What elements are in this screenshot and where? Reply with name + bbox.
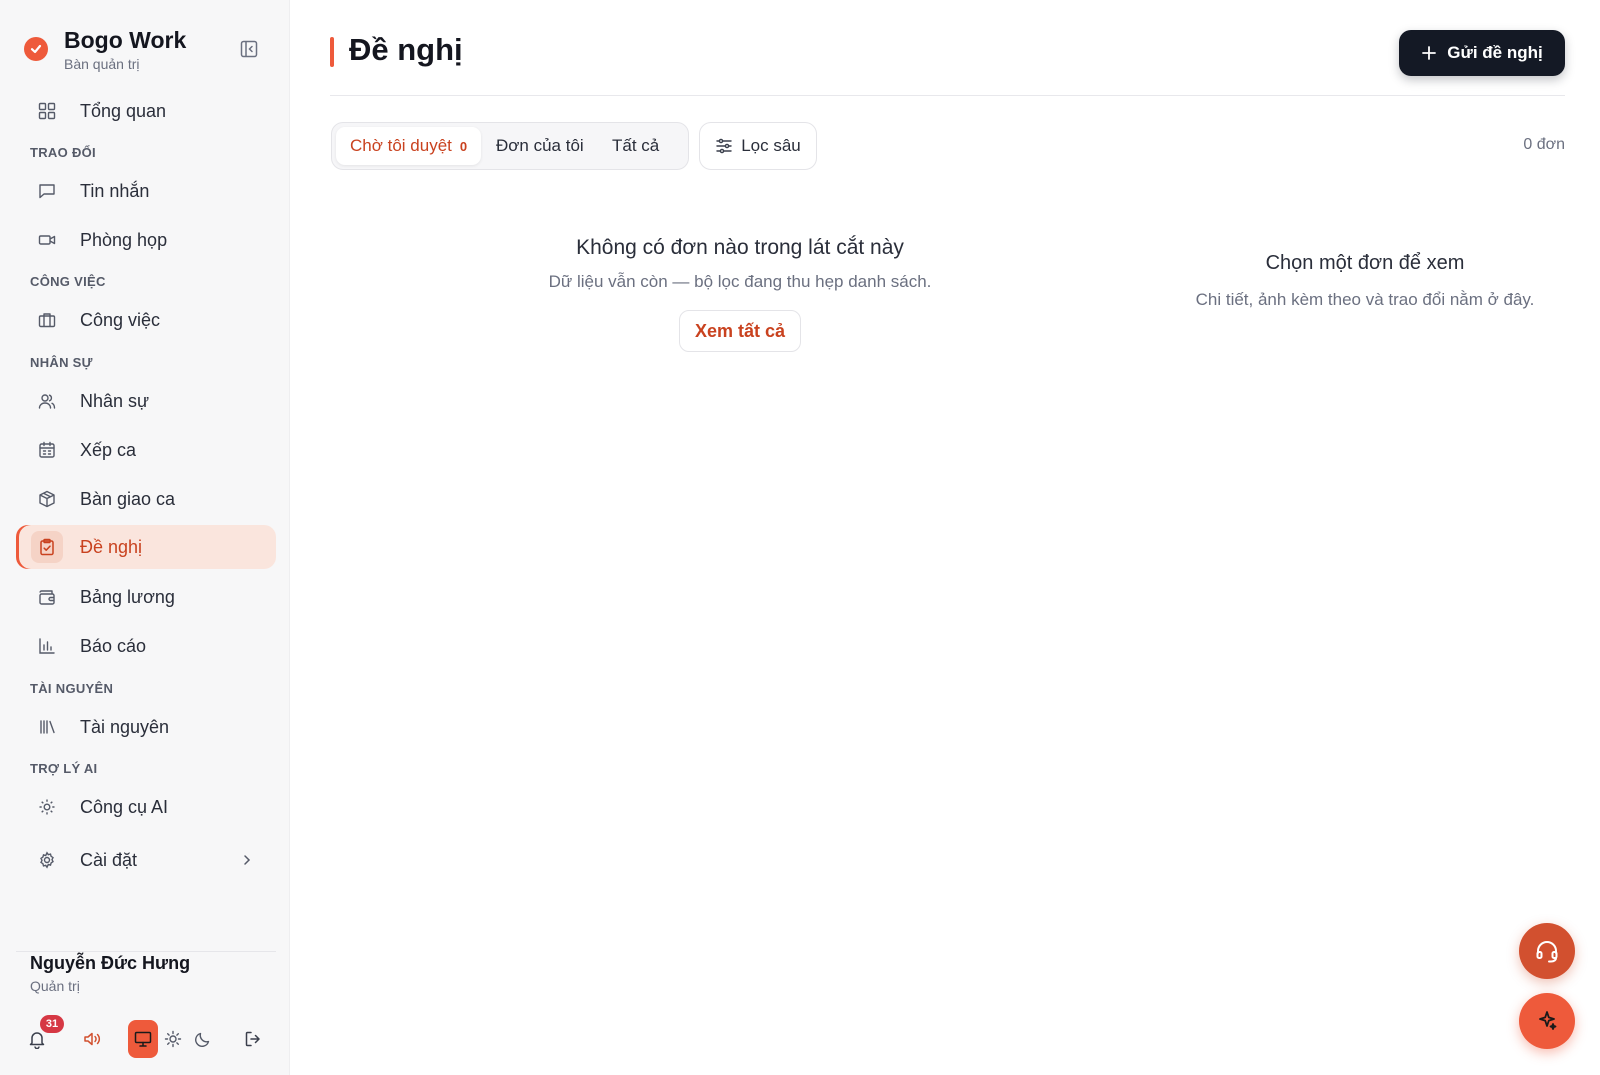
- logout-icon[interactable]: [236, 1022, 270, 1056]
- users-icon: [37, 391, 57, 411]
- clipboard-check-icon: [31, 531, 63, 563]
- sidebar-item-label: Báo cáo: [80, 635, 147, 656]
- brand: Bogo Work Bàn quản trị: [24, 26, 186, 73]
- page-title-accent: [330, 37, 334, 67]
- page-title: Đề nghị: [349, 32, 463, 67]
- empty-state-title: Không có đơn nào trong lát cắt này: [576, 236, 904, 259]
- brand-logo-icon: [24, 37, 48, 61]
- sidebar-collapse-icon[interactable]: [238, 38, 260, 60]
- plus-icon: [1421, 45, 1437, 61]
- tab-label: Tất cả: [612, 136, 660, 155]
- sidebar-item-overview[interactable]: Tổng quan: [16, 89, 276, 133]
- brand-subtitle: Bàn quản trị: [64, 56, 140, 72]
- sidebar-item-label: Bảng lương: [80, 586, 175, 607]
- monitor-theme-icon[interactable]: [128, 1020, 158, 1058]
- sidebar-item-payroll[interactable]: Bảng lương: [16, 575, 276, 619]
- section-label-work: CÔNG VIỆC: [30, 274, 106, 289]
- calendar-icon: [37, 440, 57, 460]
- sidebar-item-shift-handover[interactable]: Bàn giao ca: [16, 477, 276, 521]
- sidebar-item-label: Tài nguyên: [80, 716, 170, 737]
- sidebar-item-requests[interactable]: Đề nghị: [16, 525, 276, 569]
- tab-count: 0: [459, 138, 468, 154]
- wallet-icon: [37, 587, 57, 607]
- sidebar: Bogo Work Bàn quản trị Tổng quan TRAO ĐỔ…: [0, 0, 290, 1075]
- section-label-ai: TRỢ LÝ AI: [30, 761, 98, 776]
- sidebar-item-reports[interactable]: Báo cáo: [16, 624, 276, 668]
- submit-request-label: Gửi đề nghị: [1447, 43, 1543, 62]
- sidebar-item-label: Phòng họp: [80, 229, 168, 250]
- tab-awaiting-my-approval[interactable]: Chờ tôi duyệt 0: [336, 127, 482, 165]
- ai-gear-icon: [37, 797, 57, 817]
- chevron-right-icon: [238, 851, 256, 869]
- tab-all[interactable]: Tất cả: [598, 127, 673, 165]
- sidebar-item-label: Nhân sự: [80, 390, 150, 411]
- notification-count-badge: 31: [40, 1015, 64, 1033]
- sidebar-item-meeting-rooms[interactable]: Phòng họp: [16, 218, 276, 262]
- user-name: Nguyễn Đức Hưng: [30, 953, 191, 973]
- sun-icon[interactable]: [156, 1022, 190, 1056]
- detail-placeholder-subtitle: Chi tiết, ảnh kèm theo và trao đổi nằm ở…: [1195, 290, 1535, 309]
- empty-state-subtitle: Dữ liệu vẫn còn — bộ lọc đang thu hẹp da…: [548, 272, 932, 291]
- sidebar-item-label: Công cụ AI: [80, 796, 169, 817]
- tab-label: Chờ tôi duyệt: [350, 136, 452, 155]
- sidebar-item-label: Xếp ca: [80, 439, 137, 460]
- sidebar-item-label: Bàn giao ca: [80, 488, 176, 509]
- header-divider: [330, 95, 1565, 96]
- speaker-icon[interactable]: [75, 1022, 109, 1056]
- bar-chart-icon: [37, 636, 57, 656]
- sidebar-item-label: Đề nghị: [80, 536, 143, 557]
- section-label-resources: TÀI NGUYÊN: [30, 681, 114, 696]
- sidebar-item-ai-tools[interactable]: Công cụ AI: [16, 785, 276, 829]
- sidebar-item-label: Tin nhắn: [80, 180, 150, 201]
- advanced-filter-label: Lọc sâu: [741, 136, 801, 155]
- see-all-button[interactable]: Xem tất cả: [679, 310, 801, 352]
- package-icon: [37, 489, 57, 509]
- grid-icon: [37, 101, 57, 121]
- settings-icon: [37, 850, 57, 870]
- sidebar-item-messages[interactable]: Tin nhắn: [16, 169, 276, 213]
- ai-assistant-button[interactable]: [1519, 993, 1575, 1049]
- advanced-filter-button[interactable]: Lọc sâu: [699, 122, 817, 170]
- sidebar-item-shifts[interactable]: Xếp ca: [16, 428, 276, 472]
- user-role: Quản trị: [30, 978, 80, 994]
- sidebar-item-label: Cài đặt: [80, 849, 138, 870]
- sparkle-icon: [1539, 1011, 1557, 1030]
- section-label-hr: NHÂN SỰ: [30, 355, 93, 370]
- moon-icon[interactable]: [186, 1022, 220, 1056]
- support-headset-button[interactable]: [1519, 923, 1575, 979]
- tab-my-requests[interactable]: Đơn của tôi: [482, 127, 598, 165]
- sidebar-item-label: Tổng quan: [80, 100, 167, 121]
- request-tabs: Chờ tôi duyệt 0 Đơn của tôi Tất cả: [331, 122, 689, 170]
- submit-request-button[interactable]: Gửi đề nghị: [1399, 30, 1565, 76]
- headset-icon: [1536, 941, 1558, 963]
- sidebar-item-tasks[interactable]: Công việc: [16, 298, 276, 342]
- sidebar-item-staff[interactable]: Nhân sự: [16, 379, 276, 423]
- result-count: 0 đơn: [1523, 136, 1565, 153]
- section-label-communication: TRAO ĐỔI: [30, 145, 96, 160]
- detail-placeholder-title: Chọn một đơn để xem: [1265, 252, 1465, 274]
- tab-label: Đơn của tôi: [496, 136, 584, 155]
- briefcase-icon: [37, 310, 57, 330]
- sidebar-item-resources[interactable]: Tài nguyên: [16, 705, 276, 749]
- library-icon: [37, 717, 57, 737]
- chat-icon: [37, 181, 57, 201]
- video-icon: [37, 230, 57, 250]
- sliders-icon: [715, 137, 733, 155]
- sidebar-item-label: Công việc: [80, 309, 161, 330]
- brand-name: Bogo Work: [64, 27, 187, 53]
- sidebar-item-settings[interactable]: Cài đặt: [16, 838, 276, 882]
